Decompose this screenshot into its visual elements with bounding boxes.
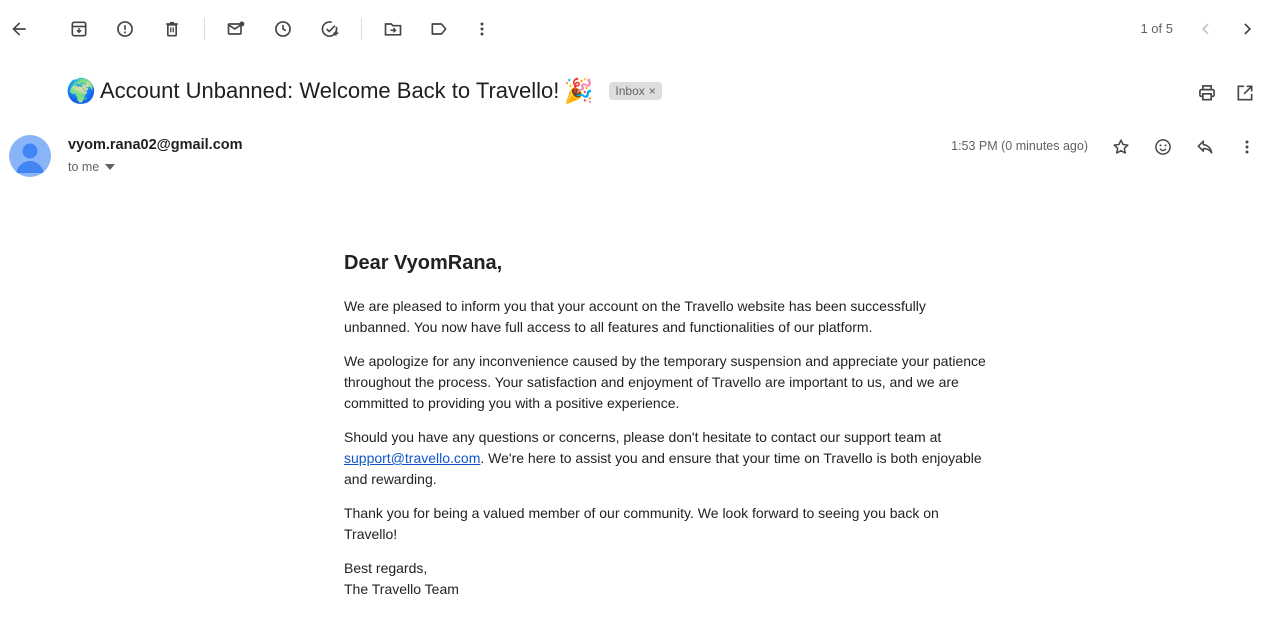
inbox-label-chip[interactable]: Inbox × bbox=[609, 82, 662, 100]
email-subject: Account Unbanned: Welcome Back to Travel… bbox=[100, 78, 560, 103]
report-spam-icon[interactable] bbox=[110, 14, 140, 44]
recipient-details-toggle[interactable]: to me bbox=[68, 160, 116, 174]
paragraph-apology: We apologize for any inconvenience cause… bbox=[344, 353, 986, 411]
subject-actions bbox=[1192, 78, 1260, 108]
support-text-before: Should you have any questions or concern… bbox=[344, 429, 942, 445]
delete-icon[interactable] bbox=[157, 14, 187, 44]
closing: Best regards, bbox=[344, 560, 428, 576]
support-email-link[interactable]: support@travello.com bbox=[344, 450, 480, 466]
next-chevron-icon[interactable] bbox=[1232, 14, 1262, 44]
reply-icon[interactable] bbox=[1190, 132, 1220, 162]
dropdown-caret-icon bbox=[105, 164, 116, 170]
move-to-icon[interactable] bbox=[378, 14, 408, 44]
email-timestamp: 1:53 PM (0 minutes ago) bbox=[951, 139, 1088, 153]
star-icon[interactable] bbox=[1106, 132, 1136, 162]
signature: The Travello Team bbox=[344, 581, 459, 597]
paragraph-unbanned: We are pleased to inform you that your a… bbox=[344, 298, 926, 335]
message-actions bbox=[1106, 132, 1262, 162]
greeting: Dear VyomRana, bbox=[344, 252, 503, 274]
paragraph-thanks: Thank you for being a valued member of o… bbox=[344, 505, 939, 542]
toolbar-divider bbox=[204, 18, 205, 40]
globe-emoji-icon: 🌍 bbox=[66, 77, 96, 105]
sender-email[interactable]: vyom.rana02@gmail.com bbox=[68, 137, 243, 153]
back-arrow-icon[interactable] bbox=[4, 14, 34, 44]
avatar[interactable] bbox=[9, 135, 51, 177]
toolbar: 1 of 5 bbox=[0, 0, 1270, 58]
open-in-new-window-icon[interactable] bbox=[1230, 78, 1260, 108]
label-icon[interactable] bbox=[424, 14, 454, 44]
snooze-icon[interactable] bbox=[268, 14, 298, 44]
print-icon[interactable] bbox=[1192, 78, 1222, 108]
pagination-count: 1 of 5 bbox=[1140, 21, 1173, 36]
party-popper-emoji-icon: 🎉 bbox=[563, 77, 594, 105]
email-body: Dear VyomRana, We are pleased to inform … bbox=[344, 250, 994, 600]
mark-unread-icon[interactable] bbox=[221, 14, 251, 44]
more-vert-icon[interactable] bbox=[1232, 132, 1262, 162]
inbox-label-text: Inbox bbox=[615, 84, 645, 98]
more-vert-icon[interactable] bbox=[467, 14, 497, 44]
add-task-icon[interactable] bbox=[315, 14, 345, 44]
emoji-reaction-icon[interactable] bbox=[1148, 132, 1178, 162]
toolbar-divider bbox=[361, 18, 362, 40]
remove-label-icon[interactable]: × bbox=[649, 84, 656, 98]
subject-row: 🌍 Account Unbanned: Welcome Back to Trav… bbox=[66, 74, 662, 108]
paragraph-support: Should you have any questions or concern… bbox=[344, 427, 994, 490]
recipient-text: to me bbox=[68, 160, 100, 174]
prev-chevron-icon[interactable] bbox=[1191, 14, 1221, 44]
archive-icon[interactable] bbox=[64, 14, 94, 44]
